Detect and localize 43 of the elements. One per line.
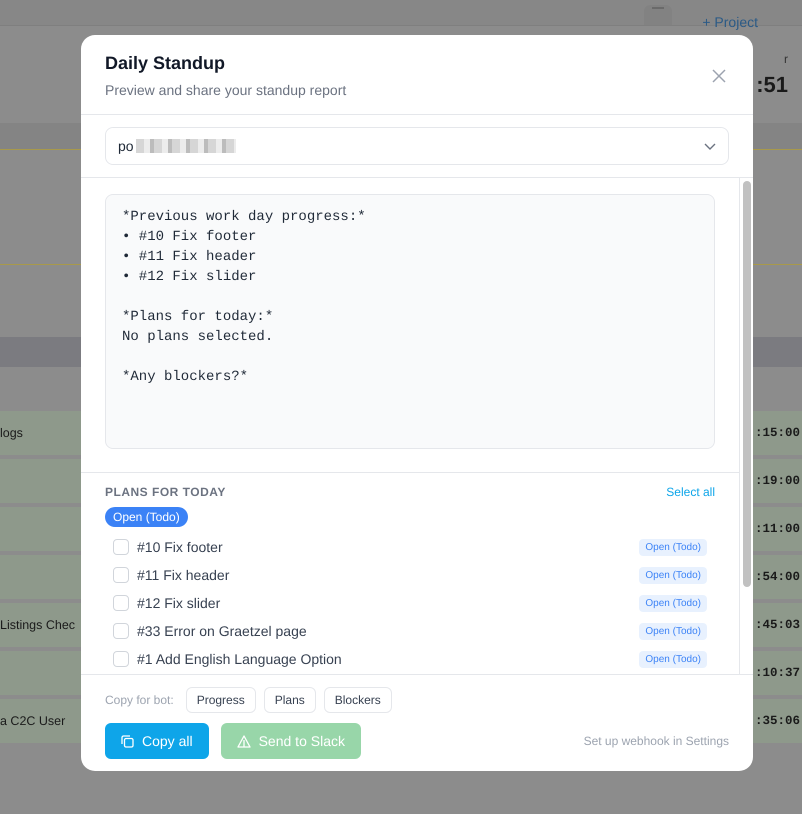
chevron-down-icon (704, 142, 716, 150)
status-tag: Open (Todo) (639, 650, 707, 668)
timer-value: :51 (756, 72, 788, 98)
time-value: :35:06 (754, 714, 800, 728)
task-label[interactable]: #33 Error on Graetzel page (137, 623, 307, 639)
time-value: :45:03 (754, 618, 800, 632)
status-tag: Open (Todo) (639, 622, 707, 640)
task-label[interactable]: #12 Fix slider (137, 595, 220, 611)
webhook-hint: Set up webhook in Settings (584, 734, 729, 748)
copy-section-button[interactable]: Progress (186, 687, 256, 713)
checkbox[interactable] (113, 623, 129, 639)
copy-section-button[interactable]: Plans (264, 687, 316, 713)
time-value: :19:00 (754, 474, 800, 488)
task-title: Listings Chec (0, 618, 76, 632)
task-title: a C2C User (0, 714, 66, 728)
time-value: :15:00 (754, 426, 800, 440)
section-heading: PLANS FOR TODAY (105, 485, 226, 499)
dialog-subtitle: Preview and share your standup report (105, 82, 346, 98)
dialog-title: Daily Standup (105, 53, 226, 74)
status-filter-chip[interactable]: Open (Todo) (105, 507, 188, 527)
task-label[interactable]: #11 Fix header (137, 567, 230, 583)
report-text-area[interactable]: *Previous work day progress:* • #10 Fix footer • #11 Fix header • #12 Fix slider *Plans for today:* No plans selected. *Any blockers?* (105, 194, 715, 449)
status-tag: Open (Todo) (639, 566, 707, 584)
copy-icon (121, 734, 134, 748)
time-value: :11:00 (754, 522, 800, 536)
copy-section-button[interactable]: Blockers (324, 687, 392, 713)
task-label[interactable]: #1 Add English Language Option (137, 651, 342, 667)
time-value: :10:37 (754, 666, 800, 680)
close-icon[interactable] (712, 69, 726, 83)
task-title: logs (0, 426, 23, 440)
task-label[interactable]: #10 Fix footer (137, 539, 223, 555)
scrollbar-thumb[interactable] (742, 181, 750, 587)
send-icon (236, 734, 251, 748)
checkbox[interactable] (113, 595, 129, 611)
checkbox[interactable] (113, 651, 129, 667)
checkbox[interactable] (113, 567, 129, 583)
stat-label: r (784, 52, 788, 66)
status-tag: Open (Todo) (639, 538, 707, 556)
copy-label: Copy for bot: (105, 693, 174, 707)
project-select[interactable]: po (105, 127, 729, 165)
status-tag: Open (Todo) (639, 594, 707, 612)
time-value: :54:00 (754, 570, 800, 584)
checkbox[interactable] (113, 539, 129, 555)
